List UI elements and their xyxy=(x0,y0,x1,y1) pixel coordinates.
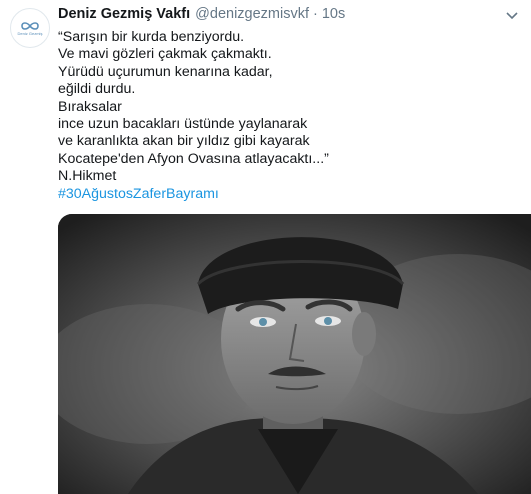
tweet-content: Deniz Gezmiş Vakfı @denizgezmisvkf · 10s… xyxy=(58,6,525,203)
avatar-logo-text: Deniz Gezmiş xyxy=(17,30,43,36)
author-name[interactable]: Deniz Gezmiş Vakfı xyxy=(58,6,190,22)
tweet-header: Deniz Gezmiş Vakfı @denizgezmisvkf · 10s xyxy=(58,6,525,26)
tweet-line: Yürüdü uçurumun kenarına kadar, xyxy=(58,63,273,80)
tweet-line: ve karanlıkta akan bir yıldız gibi kayar… xyxy=(58,133,310,150)
tweet-line: ince uzun bacakları üstünde yaylanarak xyxy=(58,116,308,133)
separator-dot: · xyxy=(313,6,318,22)
chevron-down-icon[interactable] xyxy=(503,6,521,24)
tweet-line: eğildi durdu. xyxy=(58,81,136,98)
hashtag-link[interactable]: #30AğustosZaferBayramı xyxy=(58,186,525,203)
tweet-line: “Sarışın bir kurda benziyordu. xyxy=(58,29,245,45)
tweet-text: “Sarışın bir kurda benziyordu. Ve mavi g… xyxy=(58,29,525,203)
tweet-line: Bıraksalar xyxy=(58,98,122,115)
tweet-line: Ve mavi gözleri çakmak çakmaktı. xyxy=(58,46,272,63)
tweet-line: Kocatepe'den Afyon Ovasına atlayacaktı..… xyxy=(58,150,329,167)
tweet-timestamp[interactable]: 10s xyxy=(322,6,345,22)
avatar[interactable]: Deniz Gezmiş xyxy=(10,8,50,48)
author-handle[interactable]: @denizgezmisvkf xyxy=(195,6,309,22)
tweet-media-image[interactable] xyxy=(58,214,531,494)
infinity-logo-icon xyxy=(21,21,39,30)
tweet-line: N.Hikmet xyxy=(58,168,117,185)
portrait-photo xyxy=(58,214,531,494)
